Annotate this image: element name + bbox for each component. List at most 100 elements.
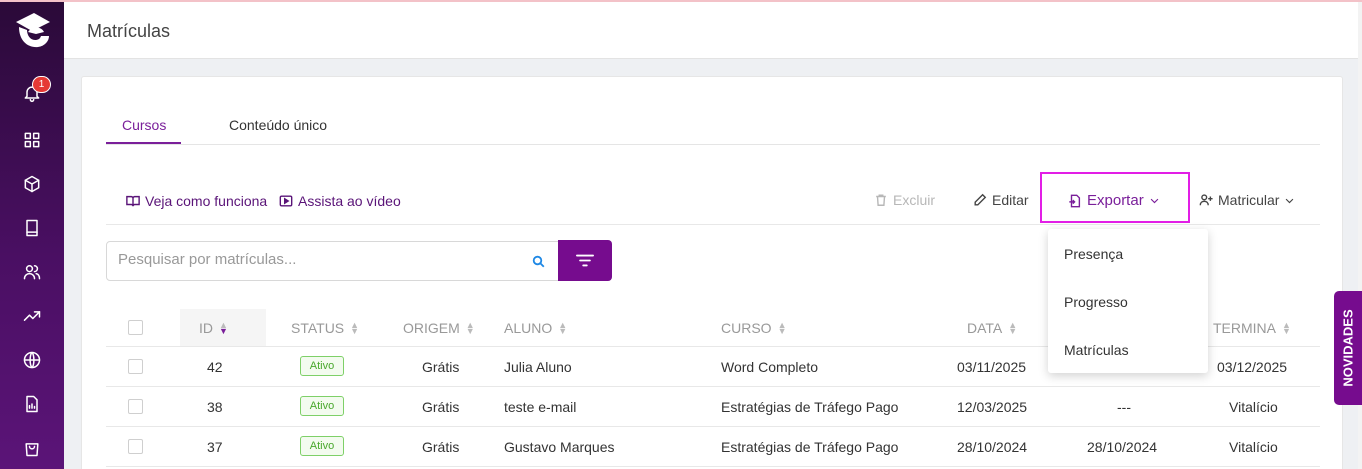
row-checkbox[interactable] xyxy=(128,359,143,374)
status-badge: Ativo xyxy=(300,356,344,376)
cell-data: 03/11/2025 xyxy=(957,359,1027,375)
report-file-icon[interactable] xyxy=(20,392,44,416)
edit-label: Editar xyxy=(992,192,1029,208)
cell-curso: Word Completo xyxy=(721,359,819,375)
cell-column-7: --- xyxy=(1117,399,1131,415)
export-option-matriculas[interactable]: Matrículas xyxy=(1064,342,1129,358)
delete-label: Excluir xyxy=(893,192,936,208)
pencil-icon xyxy=(974,193,987,206)
how-it-works-link[interactable]: Veja como funciona xyxy=(126,193,267,209)
column-header-aluno-label: ALUNO xyxy=(504,320,553,336)
column-header-curso[interactable]: CURSO ▲ ▼ xyxy=(721,320,786,336)
package-cube-icon[interactable] xyxy=(20,172,44,196)
select-all-checkbox[interactable] xyxy=(128,320,143,335)
cell-termina: Vitalício xyxy=(1229,399,1278,415)
column-header-id-label: ID xyxy=(199,320,213,336)
chevron-down-icon xyxy=(1150,198,1159,204)
row-divider xyxy=(106,386,1320,387)
export-button[interactable]: Exportar xyxy=(1068,192,1160,209)
search-icon[interactable] xyxy=(531,254,547,270)
trash-icon xyxy=(876,194,886,206)
how-it-works-label: Veja como funciona xyxy=(145,193,268,209)
column-header-status[interactable]: STATUS ▲ ▼ xyxy=(291,320,359,336)
brand-logo[interactable] xyxy=(10,8,54,52)
cell-curso: Estratégias de Tráfego Pago xyxy=(721,439,899,455)
trending-up-icon[interactable] xyxy=(20,304,44,328)
search-input[interactable] xyxy=(118,251,518,268)
watch-video-label: Assista ao vídeo xyxy=(298,193,401,209)
enroll-label: Matricular xyxy=(1218,192,1280,208)
column-header-origem-label: ORIGEM xyxy=(403,320,460,336)
cell-data: 12/03/2025 xyxy=(957,399,1028,415)
sort-icon: ▲ ▼ xyxy=(777,320,787,336)
active-tab-indicator xyxy=(106,142,181,144)
tab-bar: Cursos Conteúdo único xyxy=(106,77,1320,145)
cell-data: 28/10/2024 xyxy=(957,439,1028,455)
video-play-icon xyxy=(279,195,293,207)
status-badge: Ativo xyxy=(300,436,344,456)
column-header-data-label: DATA xyxy=(967,320,1003,336)
notification-badge: 1 xyxy=(32,76,51,93)
novidades-label: NOVIDADES xyxy=(1340,309,1356,387)
sort-icon: ▲ ▼ xyxy=(558,320,568,336)
search-box xyxy=(106,241,559,281)
novidades-tab[interactable]: NOVIDADES xyxy=(1334,291,1362,405)
export-option-progresso[interactable]: Progresso xyxy=(1064,294,1128,310)
column-header-origem[interactable]: ORIGEM ▲ ▼ xyxy=(403,320,475,336)
status-badge: Ativo xyxy=(300,396,344,416)
cell-aluno[interactable]: Julia Aluno xyxy=(504,359,572,375)
cell-id: 37 xyxy=(207,439,223,455)
cell-origem: Grátis xyxy=(422,439,460,455)
chevron-down-icon xyxy=(1286,198,1294,203)
column-header-termina[interactable]: TERMINA ▲ ▼ xyxy=(1213,320,1291,336)
column-header-data[interactable]: DATA ▲ ▼ xyxy=(967,320,1017,336)
row-checkbox[interactable] xyxy=(128,399,143,414)
dashboard-grid-icon[interactable] xyxy=(20,128,44,152)
cell-column-7: 28/10/2024 xyxy=(1087,439,1158,455)
export-label: Exportar xyxy=(1087,192,1144,209)
row-divider xyxy=(106,426,1320,427)
cell-aluno[interactable]: Gustavo Marques xyxy=(504,439,615,455)
sort-icon: ▲ ▼ xyxy=(1282,320,1291,336)
cell-id: 38 xyxy=(207,399,223,415)
cell-termina: Vitalício xyxy=(1229,439,1278,455)
export-dropdown-menu: Presença Progresso Matrículas xyxy=(1048,229,1208,373)
export-option-presenca[interactable]: Presença xyxy=(1064,246,1123,262)
column-header-id[interactable]: ID ▲ ▼ xyxy=(199,320,228,336)
row-checkbox[interactable] xyxy=(128,439,143,454)
cell-curso: Estratégias de Tráfego Pago xyxy=(721,399,899,415)
sort-icon: ▲ ▼ xyxy=(350,320,360,336)
edit-button[interactable]: Editar xyxy=(973,192,1029,208)
enroll-button[interactable]: Matricular xyxy=(1199,192,1295,208)
page-title: Matrículas xyxy=(87,21,171,41)
top-accent-line xyxy=(0,0,1362,2)
cell-origem: Grátis xyxy=(422,399,460,415)
column-header-status-label: STATUS xyxy=(291,320,345,336)
watch-video-link[interactable]: Assista ao vídeo xyxy=(279,193,401,209)
shopping-bag-icon[interactable] xyxy=(20,436,44,460)
users-icon[interactable] xyxy=(20,260,44,284)
sort-desc-icon: ▲ ▼ xyxy=(219,320,228,336)
column-header-curso-label: CURSO xyxy=(721,320,772,336)
column-header-aluno[interactable]: ALUNO ▲ ▼ xyxy=(504,320,567,336)
book-icon[interactable] xyxy=(20,216,44,240)
page-header: Matrículas xyxy=(64,2,1360,59)
filter-button[interactable] xyxy=(558,240,612,281)
open-book-icon xyxy=(126,195,140,207)
cell-aluno[interactable]: teste e-mail xyxy=(504,399,576,415)
tab-conteudo-unico[interactable]: Conteúdo único xyxy=(229,117,327,133)
cell-termina: 03/12/2025 xyxy=(1217,359,1288,375)
file-export-icon xyxy=(1069,194,1081,207)
main-card: Cursos Conteúdo único Veja como funciona… xyxy=(81,76,1343,469)
globe-icon[interactable] xyxy=(20,348,44,372)
toolbar-divider xyxy=(106,224,1320,225)
sidebar: 1 xyxy=(0,0,64,469)
delete-button[interactable]: Excluir xyxy=(874,192,935,208)
cell-origem: Grátis xyxy=(422,359,460,375)
sort-icon: ▲ ▼ xyxy=(1008,320,1018,336)
column-header-termina-label: TERMINA xyxy=(1213,320,1276,336)
cell-id: 42 xyxy=(207,359,223,375)
row-divider xyxy=(106,466,1320,467)
filter-icon xyxy=(576,254,594,267)
tab-cursos[interactable]: Cursos xyxy=(122,117,166,133)
